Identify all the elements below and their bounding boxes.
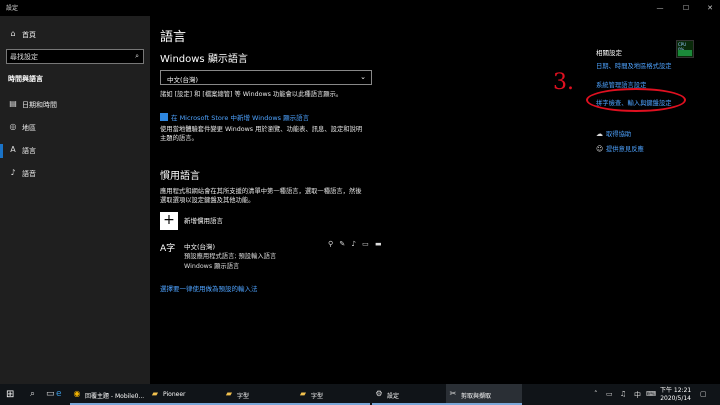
sidebar-item-home[interactable]: ⌂ 首頁 xyxy=(0,24,150,46)
chrome-icon: ◉ xyxy=(73,389,81,398)
get-help-label: 取得協助 xyxy=(606,131,632,138)
taskbar-app-label: 字型 xyxy=(237,393,250,400)
search-icon[interactable]: ⌕ xyxy=(135,52,139,61)
calendar-clock-icon: ▤ xyxy=(9,99,17,108)
feedback-label: 提供意見反應 xyxy=(606,146,644,153)
plus-icon: + xyxy=(163,212,175,228)
notification-icon[interactable]: ▢ xyxy=(700,390,707,398)
task-view-icon[interactable]: ▭ xyxy=(46,389,55,399)
annotation-circle xyxy=(586,88,686,112)
home-icon: ⌂ xyxy=(10,29,16,38)
get-help-link[interactable]: ☁ 取得協助 xyxy=(596,129,631,138)
clock-time: 下午 12:21 xyxy=(660,387,692,394)
gear-icon: ⚙ xyxy=(375,389,383,398)
section-heading: 時間與語言 xyxy=(8,75,43,83)
language-feature-icons: ⚲ ✎ ♪ ▭ ▬ xyxy=(328,240,384,248)
store-icon xyxy=(160,113,168,121)
help-icon: ☁ xyxy=(596,130,603,138)
related-settings-heading: 相關設定 xyxy=(596,49,622,57)
feedback-link[interactable]: ☺ 提供意見反應 xyxy=(596,144,644,153)
close-button[interactable]: ✕ xyxy=(700,0,720,16)
taskbar: ⊞ ⌕ ▭ e ◉ 回覆主題 - Mobile0... ▰ Pioneer ▰ … xyxy=(0,384,720,405)
sidebar: ⌂ 首頁 ⌕ 時間與語言 ▤ 日期和時間 ◎ 地區 A 語言 ♪ 語音 xyxy=(0,16,150,384)
feedback-icon: ☺ xyxy=(596,145,604,153)
system-clock[interactable]: 下午 12:21 2020/5/14 xyxy=(660,387,691,403)
chevron-up-icon[interactable]: ˄ xyxy=(594,390,598,398)
page-title: 語言 xyxy=(160,30,187,45)
language-glyph-icon: A字 xyxy=(160,244,176,254)
taskbar-app-label: Pioneer xyxy=(163,391,186,398)
store-link[interactable]: 在 Microsoft Store 中新增 Windows 顯示語言 xyxy=(160,112,309,122)
taskbar-app-snip[interactable]: ✂ 剪取與擷取 xyxy=(446,384,522,405)
display-language-description: 諸如 [設定] 和 [檔案總管] 等 Windows 功能會以此種語言顯示。 xyxy=(160,91,343,98)
window-title: 設定 xyxy=(6,5,19,12)
search-box[interactable]: ⌕ xyxy=(6,49,144,64)
taskbar-app-chrome[interactable]: ◉ 回覆主題 - Mobile0... xyxy=(70,384,148,405)
chevron-down-icon: ⌄ xyxy=(360,73,366,81)
performance-thumbnail: CPU 0% xyxy=(676,40,694,58)
search-icon[interactable]: ⌕ xyxy=(30,389,35,399)
language-icon: A xyxy=(10,145,16,154)
sidebar-item-label: 首頁 xyxy=(22,31,36,39)
minimize-button[interactable]: — xyxy=(650,0,670,16)
search-input[interactable] xyxy=(10,52,125,62)
language-item-subtitle: 預設應用程式語言; 預設輸入語言 xyxy=(184,253,277,260)
settings-window: 設定 — ☐ ✕ ⌂ 首頁 ⌕ 時間與語言 ▤ 日期和時間 ◎ 地區 A 語言 … xyxy=(0,0,720,384)
folder-icon: ▰ xyxy=(151,389,159,398)
store-description-line2: 主題的語言。 xyxy=(160,135,198,142)
taskbar-app-pioneer[interactable]: ▰ Pioneer xyxy=(148,384,222,405)
annotation-number: 3. xyxy=(553,70,574,95)
taskbar-app-fonts-1[interactable]: ▰ 字型 xyxy=(222,384,296,405)
language-item-subtitle2: Windows 顯示語言 xyxy=(184,263,240,270)
microphone-icon: ♪ xyxy=(10,168,16,177)
sidebar-item-label: 地區 xyxy=(22,124,36,132)
sidebar-item-date-time[interactable]: ▤ 日期和時間 xyxy=(0,94,150,116)
taskbar-app-label: 字型 xyxy=(311,393,324,400)
taskbar-app-label: 剪取與擷取 xyxy=(461,393,492,400)
display-language-select[interactable]: 中文(台灣) ⌄ xyxy=(160,70,372,85)
snip-icon: ✂ xyxy=(449,389,457,398)
store-link-label: 在 Microsoft Store 中新增 Windows 顯示語言 xyxy=(171,114,310,122)
sidebar-item-region[interactable]: ◎ 地區 xyxy=(0,117,150,139)
taskbar-app-settings[interactable]: ⚙ 設定 xyxy=(372,384,446,405)
clock-date: 2020/5/14 xyxy=(660,395,691,402)
preferred-description-line1: 應用程式和網站會在其所支援的清單中第一種語言，選取一種語言，然後 xyxy=(160,188,362,195)
sidebar-item-label: 語言 xyxy=(22,147,36,155)
maximize-button[interactable]: ☐ xyxy=(676,0,696,16)
date-time-region-link[interactable]: 日期、時間及地區格式設定 xyxy=(596,61,672,70)
sidebar-item-language[interactable]: A 語言 xyxy=(0,140,150,162)
edge-icon[interactable]: e xyxy=(56,389,62,399)
globe-icon: ◎ xyxy=(9,122,17,131)
windows-start-icon[interactable]: ⊞ xyxy=(6,389,14,400)
language-item-name[interactable]: 中文(台灣) xyxy=(184,241,215,251)
sidebar-item-label: 日期和時間 xyxy=(22,101,57,109)
display-language-heading: Windows 顯示語言 xyxy=(160,54,248,65)
store-description-line1: 使用當地體驗套件變更 Windows 用於瀏覽、功能表、訊息、設定和說明 xyxy=(160,126,363,133)
preferred-languages-heading: 慣用語言 xyxy=(160,171,200,182)
display-language-value: 中文(台灣) xyxy=(167,76,199,84)
title-bar: 設定 — ☐ ✕ xyxy=(0,0,720,16)
taskbar-app-label: 設定 xyxy=(387,393,400,400)
add-language-label[interactable]: 新增慣用語言 xyxy=(184,215,223,225)
sidebar-item-label: 語音 xyxy=(22,170,36,178)
preferred-description-line2: 選取選項以設定鍵盤及其他功能。 xyxy=(160,197,255,204)
performance-graph xyxy=(678,50,692,56)
folder-icon: ▰ xyxy=(299,389,307,398)
input-method-link[interactable]: 選擇要一律使用做為預設的輸入法 xyxy=(160,283,258,293)
keyboard-icon[interactable]: ⌨ xyxy=(646,390,656,398)
taskbar-app-fonts-2[interactable]: ▰ 字型 xyxy=(296,384,370,405)
input-indicator-icon[interactable]: 中 xyxy=(634,390,641,400)
volume-icon[interactable]: ♫ xyxy=(620,390,626,398)
network-icon[interactable]: ▭ xyxy=(606,390,613,398)
taskbar-app-label: 回覆主題 - Mobile0... xyxy=(85,393,145,400)
add-language-button[interactable]: + xyxy=(160,212,178,230)
sidebar-item-speech[interactable]: ♪ 語音 xyxy=(0,163,150,185)
folder-icon: ▰ xyxy=(225,389,233,398)
